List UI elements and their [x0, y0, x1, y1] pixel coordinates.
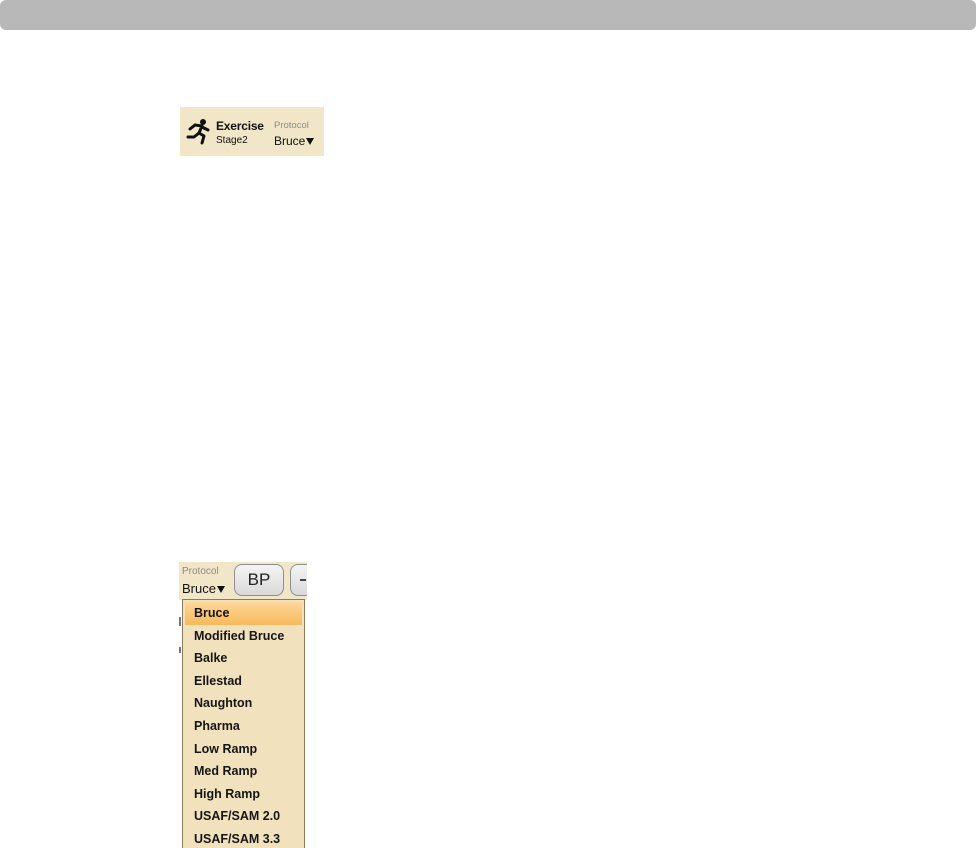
protocol-dropdown-panel: Protocol Bruce BP Bruce Modified Bruce Bal…	[179, 562, 307, 848]
protocol-value: Bruce	[274, 134, 306, 148]
protocol-option[interactable]: Pharma	[185, 715, 302, 738]
protocol-option[interactable]: USAF/SAM 2.0	[185, 805, 302, 828]
protocol-option[interactable]: USAF/SAM 3.3	[185, 828, 302, 848]
protocol-option[interactable]: Med Ramp	[185, 760, 302, 783]
stage-label: Stage2	[216, 135, 248, 146]
bp-button[interactable]: BP	[234, 564, 284, 596]
protocol-options-list: Bruce Modified Bruce Balke Ellestad Naughton…	[182, 599, 305, 848]
dash-icon	[300, 579, 306, 581]
protocol-option[interactable]: Balke	[185, 647, 302, 670]
dropdown-arrow-icon	[216, 585, 225, 593]
protocol-selector[interactable]: Bruce	[274, 134, 315, 148]
top-bar	[0, 0, 976, 30]
protocol-option[interactable]: Naughton	[185, 692, 302, 715]
exercise-status-panel: Exercise Stage2 Protocol Bruce	[180, 107, 324, 156]
protocol-option[interactable]: High Ramp	[185, 783, 302, 806]
protocol-selector[interactable]: Bruce	[182, 581, 225, 596]
protocol-value: Bruce	[182, 581, 216, 596]
protocol-option[interactable]: Low Ramp	[185, 738, 302, 761]
runner-icon	[186, 119, 210, 145]
divider	[179, 647, 181, 653]
protocol-header: Protocol Bruce BP	[179, 562, 307, 600]
screen: Exercise Stage2 Protocol Bruce Protocol …	[0, 0, 978, 848]
protocol-caption: Protocol	[182, 566, 219, 577]
divider	[179, 617, 181, 626]
exercise-mode-label: Exercise	[216, 119, 264, 133]
next-button[interactable]	[290, 564, 307, 596]
protocol-option[interactable]: Ellestad	[185, 670, 302, 693]
dropdown-arrow-icon	[306, 138, 315, 145]
protocol-caption: Protocol	[274, 120, 309, 131]
protocol-option[interactable]: Bruce	[185, 602, 302, 625]
protocol-option[interactable]: Modified Bruce	[185, 625, 302, 648]
